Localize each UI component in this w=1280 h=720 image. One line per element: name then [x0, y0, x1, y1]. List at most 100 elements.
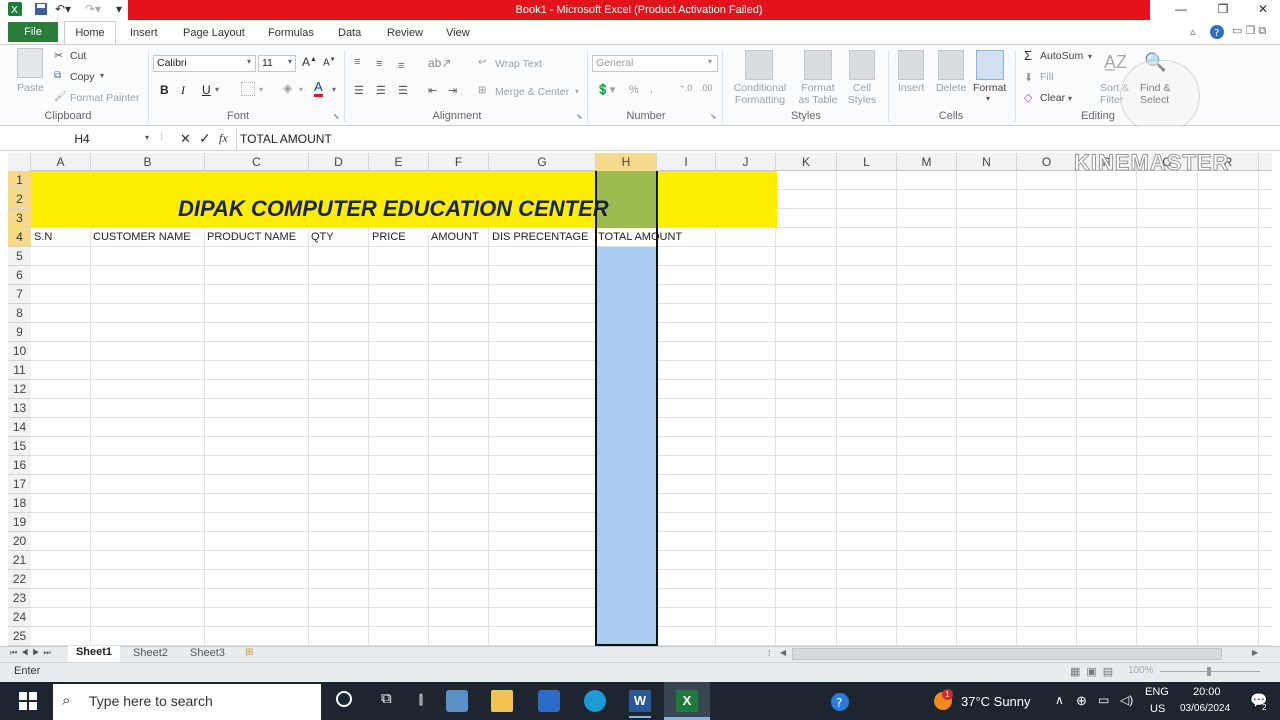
customize-quick-access-icon[interactable]: ▾ — [116, 2, 122, 16]
cell-g4[interactable]: DIS PRECENTAGE — [492, 228, 588, 247]
bold-button[interactable]: B — [160, 83, 169, 97]
underline-button[interactable]: U — [202, 83, 211, 97]
row-header-24[interactable]: 24 — [8, 608, 31, 627]
tab-page-layout[interactable]: Page Layout — [175, 22, 253, 44]
paste-button[interactable]: Paste — [17, 82, 44, 94]
name-box-chevron-down-icon[interactable]: ▾ — [145, 133, 149, 142]
save-icon[interactable] — [34, 2, 48, 19]
column-header-o[interactable]: O — [1017, 153, 1077, 171]
insert-sheet-icon[interactable]: ⊞ — [245, 647, 253, 658]
row-header-14[interactable]: 14 — [8, 418, 31, 437]
column-header-n[interactable]: N — [957, 153, 1017, 171]
autosum-button[interactable]: AutoSum — [1040, 50, 1083, 62]
word-icon[interactable]: W — [629, 690, 651, 712]
merge-chevron-down-icon[interactable]: ▾ — [575, 87, 579, 96]
tab-view[interactable]: View — [438, 22, 478, 44]
row-header-13[interactable]: 13 — [8, 399, 31, 418]
align-right-icon[interactable]: ☰ — [398, 84, 408, 97]
align-middle-icon[interactable]: ≡ — [376, 58, 382, 70]
show-hidden-icons-chevron-up-icon[interactable]: ∧ — [1055, 693, 1064, 707]
row-header-25[interactable]: 25 — [8, 627, 31, 646]
alignment-dialog-launcher-icon[interactable]: ⬊ — [576, 112, 583, 121]
column-header-e[interactable]: E — [369, 153, 429, 171]
zoom-level[interactable]: 100% — [1128, 665, 1154, 676]
row-header-2[interactable]: 2 — [8, 190, 31, 209]
sheet-nav-arrows[interactable]: ⏮◀▶⏭ — [10, 648, 55, 658]
borders-icon[interactable] — [241, 82, 255, 96]
increase-indent-icon[interactable]: ⇥ — [448, 84, 457, 97]
cut-button[interactable]: Cut — [70, 50, 86, 62]
row-header-1[interactable]: 1 — [8, 171, 31, 190]
undo-icon[interactable]: ↶▾ — [55, 2, 71, 16]
sheet-tab-sheet3[interactable]: Sheet3 — [190, 647, 225, 659]
cell-h4[interactable]: TOTAL AMOUNT — [598, 228, 682, 247]
underline-chevron-down-icon[interactable]: ▾ — [215, 85, 219, 94]
font-color-chevron-down-icon[interactable]: ▾ — [332, 85, 336, 94]
insert-cells-button[interactable]: Insert — [898, 82, 924, 94]
minimize-button[interactable]: — — [1166, 2, 1196, 16]
cell-c4[interactable]: PRODUCT NAME — [207, 228, 296, 247]
name-box[interactable]: H4 — [8, 129, 156, 149]
copy-button[interactable]: Copy — [70, 71, 95, 83]
currency-icon[interactable]: 💲▾ — [596, 83, 615, 96]
help-icon[interactable]: ? — [1209, 24, 1225, 45]
column-header-h[interactable]: H — [596, 153, 657, 171]
close-button[interactable]: ✕ — [1248, 2, 1278, 16]
row-header-19[interactable]: 19 — [8, 513, 31, 532]
copy-chevron-down-icon[interactable]: ▾ — [100, 71, 104, 80]
decrease-indent-icon[interactable]: ⇤ — [428, 84, 437, 97]
battery-icon[interactable]: ▭ — [1098, 693, 1109, 707]
network-icon[interactable]: ⊕ — [1076, 693, 1087, 709]
column-header-c[interactable]: C — [205, 153, 309, 171]
percent-button[interactable]: % — [629, 84, 639, 96]
cell-d4[interactable]: QTY — [311, 228, 334, 247]
scroll-right-icon[interactable]: ▶ — [1252, 648, 1258, 657]
fill-button[interactable]: Fill — [1040, 71, 1053, 83]
cell-a4[interactable]: S.N — [34, 228, 52, 247]
row-header-15[interactable]: 15 — [8, 437, 31, 456]
row-header-7[interactable]: 7 — [8, 285, 31, 304]
align-bottom-icon[interactable]: ≡ — [398, 60, 404, 72]
autosum-chevron-down-icon[interactable]: ▾ — [1088, 52, 1092, 61]
row-header-8[interactable]: 8 — [8, 304, 31, 323]
row-header-5[interactable]: 5 — [8, 247, 31, 266]
language-region[interactable]: US — [1150, 703, 1165, 715]
tab-file[interactable]: File — [8, 22, 58, 42]
grow-font-icon[interactable]: A▲ — [302, 55, 317, 69]
column-header-l[interactable]: L — [837, 153, 897, 171]
orientation-icon[interactable]: ab↗ — [428, 56, 451, 70]
workbook-window-controls[interactable]: ▭ ❐ ⧉ — [1232, 24, 1266, 38]
row-header-10[interactable]: 10 — [8, 342, 31, 361]
tab-insert[interactable]: Insert — [122, 22, 166, 44]
align-left-icon[interactable]: ☰ — [354, 84, 364, 97]
column-header-j[interactable]: J — [716, 153, 776, 171]
fill-color-icon[interactable]: ◈ — [283, 81, 292, 95]
row-header-23[interactable]: 23 — [8, 589, 31, 608]
row-header-4[interactable]: 4 — [8, 228, 31, 247]
volume-icon[interactable]: ◁) — [1120, 693, 1133, 707]
align-center-icon[interactable]: ☰ — [376, 84, 386, 97]
cell-e4[interactable]: PRICE — [372, 228, 406, 247]
row-header-6[interactable]: 6 — [8, 266, 31, 285]
sheet-tab-sheet1[interactable]: Sheet1 — [68, 646, 120, 662]
clear-chevron-down-icon[interactable]: ▾ — [1068, 94, 1072, 103]
tab-review[interactable]: Review — [379, 22, 431, 44]
conditional-formatting-button[interactable]: Conditional Formatting — [730, 82, 790, 106]
column-header-m[interactable]: M — [897, 153, 957, 171]
insert-function-button[interactable]: fx — [219, 131, 228, 146]
confirm-entry-icon[interactable]: ✓ — [199, 130, 211, 147]
task-view-icon[interactable]: ⧉ — [381, 690, 392, 707]
taskbar-pinned-app-icon[interactable]: ∥ — [418, 692, 424, 706]
tab-split-handle[interactable]: ⁞ — [768, 648, 771, 658]
sheet-tab-sheet2[interactable]: Sheet2 — [133, 647, 168, 659]
ribbon-collapse-icon[interactable]: ▵ — [1190, 25, 1196, 38]
row-header-22[interactable]: 22 — [8, 570, 31, 589]
remote-desktop-icon[interactable] — [446, 690, 468, 712]
row-header-17[interactable]: 17 — [8, 475, 31, 494]
decrease-decimal-icon[interactable]: .00 — [700, 83, 713, 93]
row-header-21[interactable]: 21 — [8, 551, 31, 570]
edge-browser-icon[interactable] — [584, 690, 606, 712]
view-mode-icons[interactable]: ▦▣▤ — [1070, 665, 1119, 678]
comma-style-icon[interactable]: , — [650, 84, 653, 95]
fill-color-chevron-down-icon[interactable]: ▾ — [299, 85, 303, 94]
